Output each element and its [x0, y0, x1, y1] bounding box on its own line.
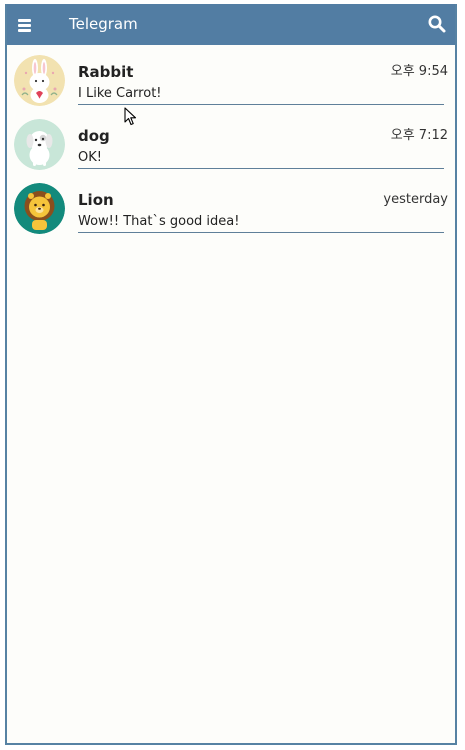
chat-name: dog [78, 127, 110, 145]
chat-preview: Wow!! That`s good idea! [78, 214, 240, 229]
dog-avatar [14, 119, 65, 170]
app-title: Telegram [69, 15, 138, 33]
chat-item-lion[interactable]: Lion yesterday Wow!! That`s good idea! [7, 173, 455, 237]
rabbit-avatar [14, 55, 65, 106]
chat-list: Rabbit 오후 9:54 I Like Carrot! dog 오후 7:1… [7, 45, 455, 237]
telegram-window: Telegram Rabbit 오후 9:54 I Like Carrot! d… [5, 4, 457, 745]
chat-name: Rabbit [78, 63, 134, 81]
chat-preview: I Like Carrot! [78, 86, 162, 101]
divider [78, 232, 444, 233]
chat-preview: OK! [78, 150, 102, 165]
lion-avatar [14, 183, 65, 234]
chat-name: Lion [78, 191, 114, 209]
divider [78, 104, 444, 105]
chat-time: yesterday [383, 192, 448, 207]
chat-time: 오후 7:12 [390, 128, 448, 143]
chat-time: 오후 9:54 [390, 64, 448, 79]
chat-item-dog[interactable]: dog 오후 7:12 OK! [7, 109, 455, 173]
chat-item-rabbit[interactable]: Rabbit 오후 9:54 I Like Carrot! [7, 45, 455, 109]
hamburger-menu-icon[interactable] [15, 14, 35, 34]
top-bar: Telegram [7, 4, 455, 45]
divider [78, 168, 444, 169]
search-icon[interactable] [427, 14, 447, 34]
